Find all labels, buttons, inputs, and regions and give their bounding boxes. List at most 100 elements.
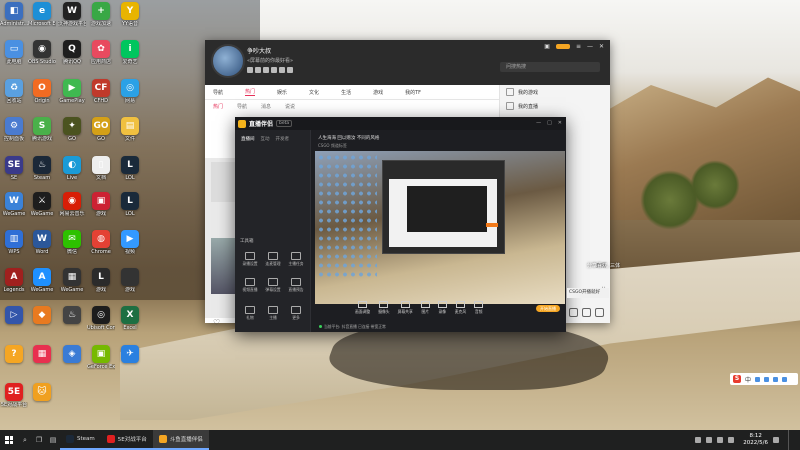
- desktop-icon[interactable]: ◐ Live: [58, 156, 86, 181]
- side-tab[interactable]: 开发者: [276, 136, 290, 142]
- desktop-icon[interactable]: W 沃神游戏平台: [58, 2, 86, 27]
- desktop-icon[interactable]: ⚙ 控制面板: [0, 117, 28, 142]
- notification-icon[interactable]: [773, 437, 779, 443]
- toolbar-button[interactable]: 画面调整: [355, 301, 370, 315]
- desktop-icon[interactable]: O Origin: [28, 79, 56, 104]
- desktop-icon[interactable]: ◈: [58, 345, 86, 364]
- desktop-icon[interactable]: W WeGame: [0, 192, 28, 217]
- tool-button[interactable]: 录播设置: [240, 252, 260, 267]
- search-icon[interactable]: [595, 308, 604, 317]
- desktop-icon[interactable]: ✿ 应用商店: [87, 40, 115, 65]
- start-button[interactable]: [0, 430, 18, 450]
- subnav-tab[interactable]: 说说: [285, 103, 295, 110]
- minimize-icon[interactable]: —: [536, 120, 541, 126]
- desktop-icon[interactable]: Y YY语音: [116, 2, 144, 27]
- mail-icon[interactable]: [569, 308, 578, 317]
- subnav-tab[interactable]: 热门: [213, 103, 223, 110]
- desktop-icon[interactable]: ▶ 视频: [116, 230, 144, 255]
- desktop-icon[interactable]: ▷: [0, 306, 28, 325]
- desktop-icon[interactable]: ▣GeForce Experience: [87, 345, 115, 370]
- tool-button[interactable]: 直播预告: [286, 278, 306, 293]
- badge-icon[interactable]: [287, 67, 293, 73]
- overlay-box[interactable]: CSGO开播就好: [567, 288, 609, 298]
- desktop-icon[interactable]: X Excel: [116, 306, 144, 331]
- desktop-icon[interactable]: A Legends: [0, 268, 28, 293]
- desktop-icon[interactable]: ?: [0, 345, 28, 364]
- clock[interactable]: 8:12 2022/5/6: [743, 433, 768, 447]
- desktop-icon[interactable]: i 爱奇艺: [116, 40, 144, 65]
- desktop-icon[interactable]: ♻ 回收站: [0, 79, 28, 104]
- task-view-icon[interactable]: ❐: [32, 430, 46, 450]
- tool-button[interactable]: 更多: [286, 306, 306, 321]
- desktop-icon[interactable]: Q 腾讯QQ: [58, 40, 86, 65]
- minimize-icon[interactable]: —: [587, 43, 593, 50]
- desktop-icon[interactable]: S 腾讯游戏: [28, 117, 56, 142]
- side-tab[interactable]: 直播间: [241, 136, 255, 142]
- desktop-icon[interactable]: ▦: [28, 345, 56, 364]
- close-icon[interactable]: ✕: [599, 43, 604, 50]
- network-icon[interactable]: [706, 437, 713, 443]
- maximize-icon[interactable]: □: [547, 120, 552, 126]
- desktop-icon[interactable]: GO GO: [87, 117, 115, 142]
- desktop-icon[interactable]: L LOL: [116, 156, 144, 181]
- search-icon[interactable]: ⌕: [18, 430, 32, 450]
- tool-button[interactable]: 连麦管理: [263, 252, 283, 267]
- desktop-icon[interactable]: CF CFHD: [87, 79, 115, 104]
- desktop-icon[interactable]: ◍ Chrome: [87, 230, 115, 255]
- nav-tab[interactable]: 我的TF: [405, 89, 421, 96]
- desktop-icon[interactable]: ◎Ubisoft Connect: [87, 306, 115, 331]
- desktop-icon[interactable]: ◉ OBS Studio: [28, 40, 56, 65]
- nav-tab[interactable]: 文化: [309, 89, 319, 96]
- right-panel-item[interactable]: 我的游戏: [500, 85, 610, 99]
- desktop-icon[interactable]: ▥ WPS: [0, 230, 28, 255]
- ime-tray-icon[interactable]: [728, 437, 735, 443]
- search-input[interactable]: 问搜热搜: [500, 62, 600, 72]
- show-desktop-button[interactable]: [788, 430, 792, 450]
- menu-icon[interactable]: ≡: [576, 43, 581, 50]
- tool-button[interactable]: 弹幕设置: [263, 278, 283, 293]
- taskbar-app[interactable]: 5E对战平台: [100, 430, 153, 450]
- desktop-icon[interactable]: ✉ 微信: [58, 230, 86, 255]
- desktop-icon[interactable]: W Word: [28, 230, 56, 255]
- toolbar-button[interactable]: 图片: [420, 301, 430, 315]
- subnav-tab[interactable]: 消息: [261, 103, 271, 110]
- desktop-icon[interactable]: SE SE: [0, 156, 28, 181]
- nav-tab[interactable]: 游戏: [373, 89, 383, 96]
- desktop-icon[interactable]: ✦ GO: [58, 117, 86, 142]
- tool-button[interactable]: 主播任务: [286, 252, 306, 267]
- skin-icon[interactable]: ▣: [544, 43, 550, 50]
- desktop-icon[interactable]: + 游戏加速: [87, 2, 115, 27]
- side-tab[interactable]: 互动: [261, 136, 270, 142]
- file-explorer-icon[interactable]: ▤: [46, 430, 60, 450]
- desktop-icon[interactable]: A WeGame: [28, 268, 56, 293]
- desktop-icon[interactable]: ▯ 文档: [87, 156, 115, 181]
- desktop-icon[interactable]: ◆: [28, 306, 56, 325]
- desktop-icon[interactable]: ✈: [116, 345, 144, 364]
- room-title[interactable]: 人生海海 回以赠汝 不同的风格: [318, 135, 379, 141]
- subnav-tab[interactable]: 导航: [237, 103, 247, 110]
- live-preview[interactable]: [315, 151, 565, 304]
- badge-icon[interactable]: [247, 67, 253, 73]
- close-icon[interactable]: ✕: [558, 120, 562, 126]
- desktop-icon[interactable]: 🐱: [28, 383, 56, 402]
- desktop-icon[interactable]: ▤ 文件: [116, 117, 144, 142]
- toolbar-button[interactable]: 麦克风: [455, 301, 466, 315]
- volume-icon[interactable]: [717, 437, 724, 443]
- desktop-icon[interactable]: ▶ GamePlay: [58, 79, 86, 104]
- desktop-icon[interactable]: ▭ 此电脑: [0, 40, 28, 65]
- like-icon[interactable]: ♡: [213, 318, 220, 327]
- live-app-window[interactable]: 直播伴侣 beta — □ ✕ 直播间 互动 开发者 工具箱 录播设置 连麦管理 主播任务视…: [235, 117, 566, 332]
- desktop-icon[interactable]: ◎ 网易: [116, 79, 144, 104]
- desktop-icon[interactable]: 5E 5E对战平台: [0, 383, 28, 408]
- taskbar-app[interactable]: Steam: [60, 430, 101, 450]
- desktop-icon[interactable]: ⚔ WeGame: [28, 192, 56, 217]
- emoji-icon[interactable]: [755, 376, 761, 382]
- desktop-icon[interactable]: L LOL: [116, 192, 144, 217]
- nav-tab[interactable]: 导航: [213, 89, 223, 96]
- desktop-icon[interactable]: ◉ 网易云音乐: [58, 192, 86, 217]
- ime-bar[interactable]: S 中: [730, 373, 798, 385]
- ime-language[interactable]: 中: [745, 375, 751, 384]
- nav-tab[interactable]: 娱乐: [277, 89, 287, 96]
- nav-tab[interactable]: 生活: [341, 89, 351, 96]
- desktop-icon[interactable]: eMicrosoft Edge: [28, 2, 56, 27]
